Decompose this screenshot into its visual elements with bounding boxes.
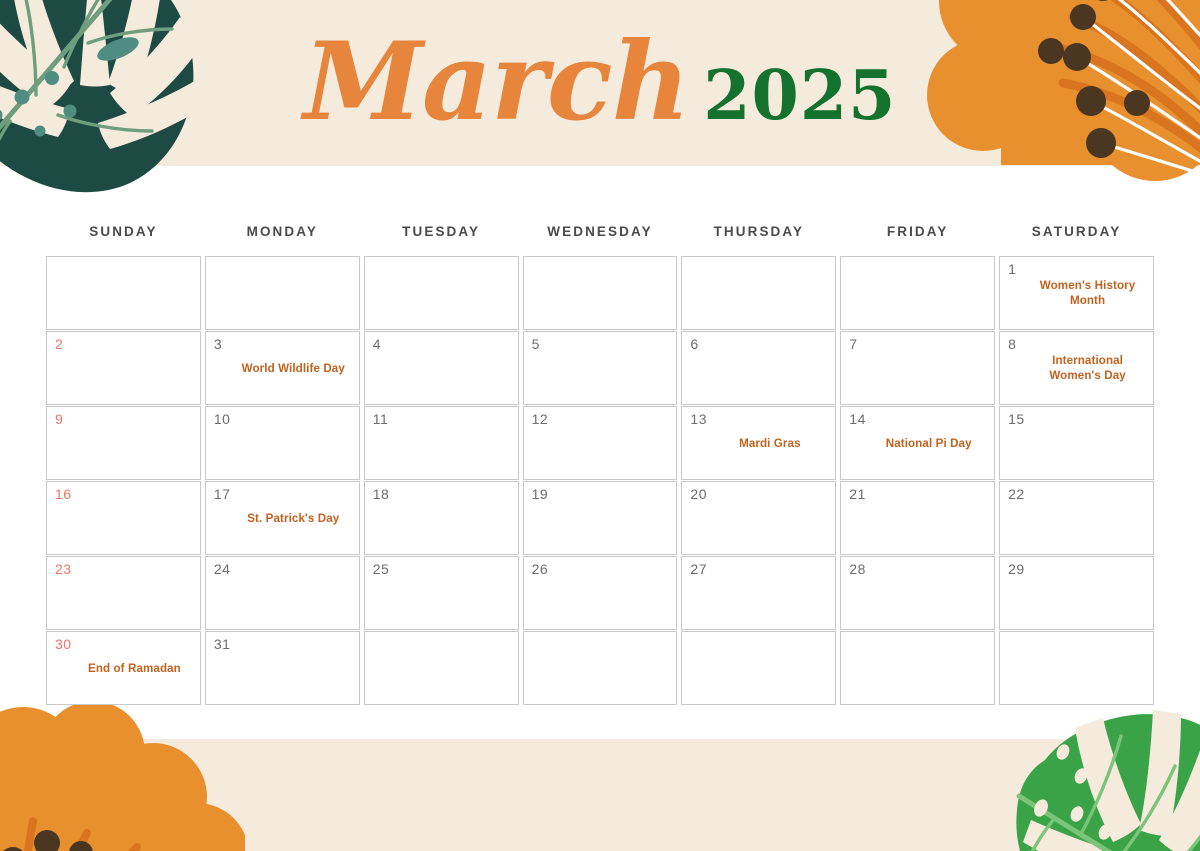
title-month: March (303, 19, 691, 145)
calendar-cell-day-16[interactable]: 16 (46, 481, 201, 555)
day-number: 27 (690, 561, 707, 577)
title-year: 2025 (703, 56, 897, 136)
day-number: 24 (213, 561, 231, 577)
footer-band (0, 739, 1200, 851)
calendar-cell-day-24[interactable]: 24 (204, 556, 360, 630)
calendar-cell-day-1[interactable]: 1 Women's History Month (999, 256, 1154, 330)
day-number: 10 (213, 411, 231, 427)
day-number: 12 (531, 411, 549, 427)
calendar-cell-day-20[interactable]: 20 (681, 481, 837, 555)
weekday-header-row: SUNDAY MONDAY TUESDAY WEDNESDAY THURSDAY FRID… (46, 224, 1154, 239)
event-label[interactable]: Women's History Month (1000, 257, 1153, 329)
day-number: 7 (849, 336, 858, 352)
day-number: 2 (55, 336, 64, 352)
calendar-cell-empty (681, 256, 837, 330)
calendar-cell-empty (999, 631, 1154, 705)
day-number: 28 (849, 561, 866, 577)
calendar-cell-empty (522, 256, 678, 330)
day-number: 9 (55, 411, 64, 427)
event-label[interactable]: Mardi Gras (682, 407, 835, 479)
calendar-cell-day-9[interactable]: 9 (46, 406, 201, 480)
day-number: 20 (690, 486, 707, 502)
calendar-cell-day-11[interactable]: 11 (363, 406, 519, 480)
event-label[interactable]: St. Patrick's Day (206, 482, 359, 554)
day-number: 5 (531, 336, 540, 352)
calendar-cell-day-23[interactable]: 23 (46, 556, 201, 630)
calendar-cell-day-27[interactable]: 27 (681, 556, 837, 630)
day-number: 26 (531, 561, 549, 577)
calendar-cell-day-15[interactable]: 15 (999, 406, 1154, 480)
weekday-label-sunday: SUNDAY (89, 224, 158, 239)
calendar-cell-day-19[interactable]: 19 (522, 481, 678, 555)
calendar-cell-day-25[interactable]: 25 (363, 556, 519, 630)
day-number: 18 (372, 486, 390, 502)
day-number: 6 (690, 336, 699, 352)
day-number: 15 (1008, 411, 1025, 427)
weekday-label-friday: FRIDAY (886, 224, 949, 239)
day-number: 22 (1008, 486, 1025, 502)
day-number: 19 (531, 486, 549, 502)
day-number: 4 (372, 336, 381, 352)
calendar-cell-empty (840, 631, 996, 705)
calendar-cell-day-28[interactable]: 28 (840, 556, 996, 630)
calendar-cell-day-3[interactable]: 3 World Wildlife Day (204, 331, 360, 405)
calendar-cell-day-26[interactable]: 26 (522, 556, 678, 630)
calendar-cell-day-30[interactable]: 30 End of Ramadan (46, 631, 201, 705)
event-label[interactable]: End of Ramadan (47, 632, 200, 704)
calendar-cell-day-17[interactable]: 17 St. Patrick's Day (204, 481, 360, 555)
event-label[interactable]: International Women's Day (1000, 332, 1153, 404)
calendar-grid: 1 Women's History Month 2 3 World Wildlife D… (46, 256, 1154, 705)
day-number: 21 (849, 486, 866, 502)
calendar-cell-day-31[interactable]: 31 (204, 631, 360, 705)
calendar-cell-empty (46, 256, 201, 330)
calendar-cell-empty (363, 256, 519, 330)
calendar-cell-day-8[interactable]: 8 International Women's Day (999, 331, 1154, 405)
page-title: March 2025 (0, 22, 1200, 156)
calendar-cell-empty (363, 631, 519, 705)
calendar-cell-day-14[interactable]: 14 National Pi Day (840, 406, 996, 480)
weekday-label-wednesday: WEDNESDAY (547, 224, 653, 239)
day-number: 16 (55, 486, 72, 502)
day-number: 25 (372, 561, 390, 577)
weekday-label-thursday: THURSDAY (713, 224, 805, 239)
calendar-cell-day-2[interactable]: 2 (46, 331, 201, 405)
calendar-cell-empty (204, 256, 360, 330)
day-number: 23 (55, 561, 72, 577)
calendar-cell-day-10[interactable]: 10 (204, 406, 360, 480)
weekday-label-saturday: SATURDAY (1031, 224, 1122, 239)
event-label[interactable]: National Pi Day (841, 407, 994, 479)
weekday-label-monday: MONDAY (246, 224, 318, 239)
day-number: 29 (1008, 561, 1025, 577)
calendar-cell-day-6[interactable]: 6 (681, 331, 837, 405)
calendar-cell-day-4[interactable]: 4 (363, 331, 519, 405)
weekday-label-tuesday: TUESDAY (402, 224, 481, 239)
calendar-page: March 2025 SUNDAY MONDAY TUESDAY WEDNESDAY TH… (0, 0, 1200, 851)
calendar-cell-empty (681, 631, 837, 705)
calendar-cell-day-13[interactable]: 13 Mardi Gras (681, 406, 837, 480)
calendar-cell-day-22[interactable]: 22 (999, 481, 1154, 555)
calendar-cell-day-12[interactable]: 12 (522, 406, 678, 480)
event-label[interactable]: World Wildlife Day (206, 332, 359, 404)
calendar-cell-day-18[interactable]: 18 (363, 481, 519, 555)
calendar-cell-empty (840, 256, 996, 330)
day-number: 31 (213, 636, 231, 652)
calendar-cell-day-29[interactable]: 29 (999, 556, 1154, 630)
day-number: 11 (372, 411, 389, 427)
calendar-cell-day-7[interactable]: 7 (840, 331, 996, 405)
calendar-cell-empty (522, 631, 678, 705)
calendar-cell-day-21[interactable]: 21 (840, 481, 996, 555)
calendar-cell-day-5[interactable]: 5 (522, 331, 678, 405)
